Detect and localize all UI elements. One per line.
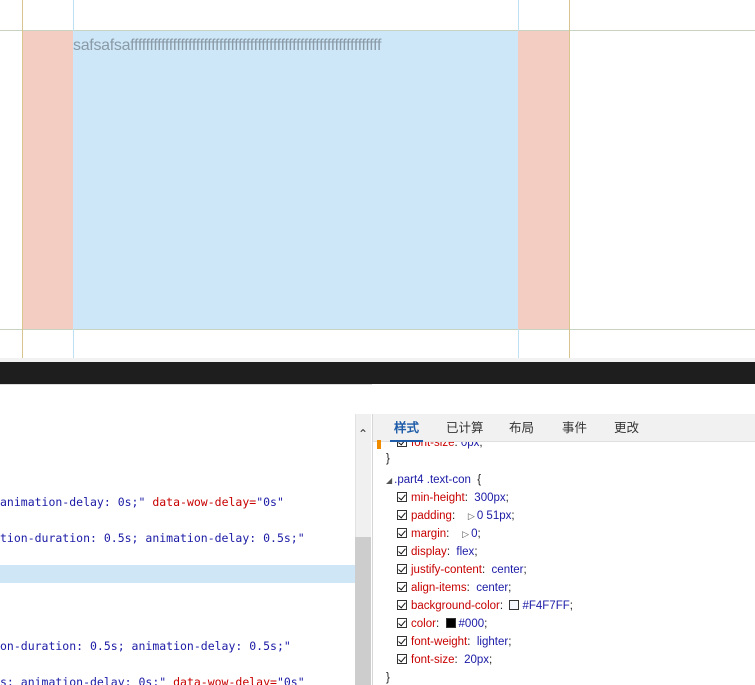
- dom-line-attr-value: "0s": [256, 495, 284, 509]
- color-swatch[interactable]: [445, 618, 456, 628]
- declaration-min-height[interactable]: min-height: 300px;: [397, 489, 509, 507]
- guide-line-margin-right: [569, 0, 570, 358]
- close-brace: }: [386, 453, 390, 465]
- css-property: color: [411, 618, 436, 630]
- tab-computed[interactable]: 已计算: [446, 414, 484, 442]
- css-property: font-size: [411, 654, 455, 666]
- padding-right-highlight: [518, 31, 569, 329]
- dom-line-attr: on-duration: 0.5s; animation-delay: 0.5s…: [0, 639, 291, 653]
- collapse-rule-icon[interactable]: ◢: [386, 472, 392, 490]
- tab-styles[interactable]: 样式: [389, 414, 424, 442]
- declaration-color[interactable]: color: #000;: [397, 615, 487, 633]
- declaration-checkbox[interactable]: [397, 546, 407, 556]
- open-brace: {: [477, 474, 482, 486]
- changed-rule-marker: [377, 440, 381, 449]
- declaration-align-items[interactable]: align-items: center;: [397, 579, 511, 597]
- css-value: center: [491, 564, 524, 576]
- css-rule-header[interactable]: ◢ .part4 .text-con {: [386, 471, 481, 489]
- css-value: center: [476, 582, 509, 594]
- styles-tab-bar: 样式 已计算 布局 事件 更改: [373, 414, 755, 442]
- dom-line[interactable]: on-duration: 0.5s; animation-delay: 0.5s…: [0, 637, 291, 655]
- declaration-font-size[interactable]: font-size: 20px;: [397, 651, 492, 669]
- declaration-checkbox[interactable]: [397, 618, 407, 628]
- dom-line[interactable]: tion-duration: 0.5s; animation-delay: 0.…: [0, 529, 305, 547]
- declaration-margin[interactable]: margin: ▷ 0;: [397, 525, 481, 543]
- declaration-checkbox[interactable]: [397, 600, 407, 610]
- declaration-checkbox[interactable]: [397, 564, 407, 574]
- dom-scrollbar-thumb[interactable]: [355, 537, 371, 685]
- css-property: align-items: [411, 582, 467, 594]
- css-property: margin: [411, 528, 447, 540]
- css-property: display: [411, 546, 447, 558]
- padding-left-highlight: [23, 31, 73, 329]
- color-swatch[interactable]: [509, 600, 520, 610]
- content-box-highlight[interactable]: [73, 31, 518, 329]
- dom-line-attr: s; animation-delay: 0s;": [0, 675, 167, 685]
- dom-line-attr-name: data-wow-delay=: [145, 495, 257, 509]
- css-property: background-color: [411, 600, 500, 612]
- dom-line[interactable]: s; animation-delay: 0s;" data-wow-delay=…: [0, 673, 305, 685]
- expand-shorthand-icon[interactable]: ▷: [462, 525, 469, 543]
- declaration-checkbox[interactable]: [397, 636, 407, 646]
- page-preview: safsafsaffffffffffffffffffffffffffffffff…: [0, 0, 755, 358]
- css-property: font-weight: [411, 636, 468, 648]
- css-value: flex: [456, 546, 475, 558]
- css-value: #000: [458, 618, 485, 630]
- css-value: 0: [471, 528, 478, 540]
- content-text: safsafsaffffffffffffffffffffffffffffffff…: [73, 37, 382, 54]
- declaration-justify-content[interactable]: justify-content: center;: [397, 561, 527, 579]
- tab-layout[interactable]: 布局: [509, 414, 534, 442]
- css-value: #F4F7FF: [522, 600, 570, 612]
- css-property: justify-content: [411, 564, 482, 576]
- tab-changes[interactable]: 更改: [614, 414, 639, 442]
- declaration-padding[interactable]: padding: ▷ 0 51px;: [397, 507, 515, 525]
- css-value: 300px: [474, 492, 506, 504]
- dom-line-attr: tion-duration: 0.5s; animation-delay: 0.…: [0, 531, 305, 545]
- dom-line-attr: animation-delay: 0s;": [0, 495, 146, 509]
- declaration-checkbox[interactable]: [397, 510, 407, 520]
- declaration-font-weight[interactable]: font-weight: lighter;: [397, 633, 511, 651]
- declaration-checkbox[interactable]: [397, 582, 407, 592]
- selected-dom-row[interactable]: [0, 565, 355, 583]
- dom-line-attr-name: data-wow-delay=: [166, 675, 277, 685]
- expand-shorthand-icon[interactable]: ▷: [468, 507, 475, 525]
- dom-line-attr-value: "0s": [276, 675, 305, 685]
- css-property: min-height: [411, 492, 465, 504]
- css-value: 0 51px: [476, 510, 512, 522]
- guide-line-bottom: [0, 329, 755, 330]
- devtools-toolbar: [0, 362, 755, 384]
- dom-line[interactable]: animation-delay: 0s;" data-wow-delay="0s…: [0, 493, 284, 511]
- declaration-background-color[interactable]: background-color: #F4F7FF;: [397, 597, 573, 615]
- close-brace: }: [386, 672, 390, 684]
- declaration-checkbox[interactable]: [397, 528, 407, 538]
- css-value: 20px: [464, 654, 489, 666]
- declaration-display[interactable]: display: flex;: [397, 543, 478, 561]
- css-property: padding: [411, 510, 452, 522]
- tab-events[interactable]: 事件: [562, 414, 587, 442]
- declaration-checkbox[interactable]: [397, 492, 407, 502]
- declaration-checkbox[interactable]: [397, 654, 407, 664]
- css-selector: .part4 .text-con: [394, 474, 471, 486]
- css-value: lighter: [476, 636, 509, 648]
- scroll-up-icon[interactable]: ⌃: [355, 424, 371, 444]
